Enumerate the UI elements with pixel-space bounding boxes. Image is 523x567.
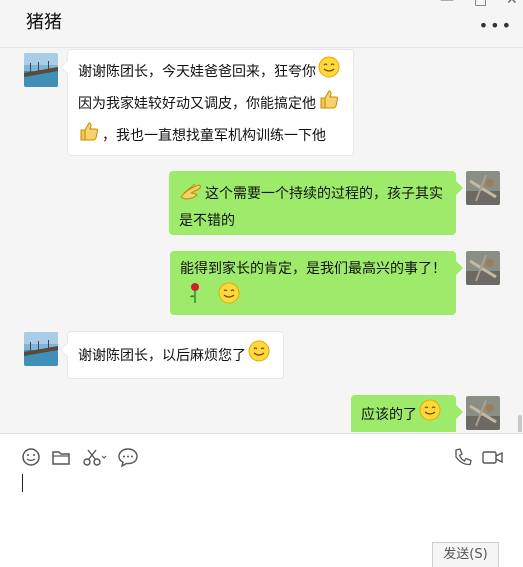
chat-header: ⌃ — □ ✕ 猪猪 ••• bbox=[0, 0, 523, 48]
screenshot-scissors-icon[interactable] bbox=[82, 446, 108, 468]
message-bubble[interactable]: 谢谢陈团长，以后麻烦您了 bbox=[67, 331, 284, 379]
message-bubble[interactable]: 谢谢陈团长，今天娃爸爸回来，狂夸你 因为我家娃较好动又调皮，你能搞定他 ，我也一… bbox=[67, 49, 354, 156]
message-line: 谢谢陈团长，今天娃爸爸回来，狂夸你 bbox=[78, 56, 343, 88]
more-options-button[interactable]: ••• bbox=[479, 16, 513, 35]
contact-avatar[interactable] bbox=[24, 53, 58, 87]
folder-icon[interactable] bbox=[50, 446, 72, 468]
smile-emoji-icon bbox=[419, 399, 441, 431]
emoji-icon[interactable] bbox=[20, 446, 42, 468]
thumbs-up-emoji-icon bbox=[78, 120, 100, 152]
message-list[interactable]: 谢谢陈团长，今天娃爸爸回来，狂夸你 因为我家娃较好动又调皮，你能搞定他 ，我也一… bbox=[0, 49, 523, 432]
message-line: 谢谢陈团长，以后麻烦您了 bbox=[78, 340, 273, 372]
message-line bbox=[180, 282, 446, 313]
maximize-icon[interactable]: □ bbox=[474, 0, 487, 8]
thumbs-up-emoji-icon bbox=[318, 88, 340, 120]
close-icon[interactable]: ✕ bbox=[506, 0, 518, 8]
chat-history-icon[interactable] bbox=[117, 446, 139, 468]
contact-avatar[interactable] bbox=[24, 332, 58, 366]
rose-emoji-icon bbox=[188, 282, 202, 313]
smile-emoji-icon bbox=[218, 282, 240, 313]
my-avatar[interactable] bbox=[466, 251, 500, 285]
message-line: 能得到家长的肯定，是我们最高兴的事了！ bbox=[180, 261, 446, 277]
message-bubble[interactable]: 能得到家长的肯定，是我们最高兴的事了！ bbox=[170, 251, 456, 315]
message-composer: 发送(S) bbox=[0, 433, 523, 567]
send-button[interactable]: 发送(S) bbox=[432, 542, 499, 567]
video-call-icon[interactable] bbox=[481, 446, 505, 468]
smile-emoji-icon bbox=[318, 56, 340, 88]
message-bubble[interactable]: 应该的了 bbox=[351, 395, 456, 432]
chat-window: ⌃ — □ ✕ 猪猪 ••• 谢谢陈团长，今天娃爸爸回来，狂夸你 因为我家娃较好… bbox=[0, 0, 523, 567]
my-avatar[interactable] bbox=[466, 171, 500, 205]
minimize-icon[interactable]: — bbox=[440, 0, 454, 8]
text-cursor bbox=[22, 474, 23, 492]
clap-hands-emoji-icon bbox=[179, 179, 203, 209]
voice-call-icon[interactable] bbox=[452, 446, 474, 468]
message-line: ，我也一直想找童军机构训练一下他 bbox=[78, 120, 343, 152]
message-line: 因为我家娃较好动又调皮，你能搞定他 bbox=[78, 88, 343, 120]
message-line: 应该的了 bbox=[361, 399, 446, 431]
message-line: 是不错的 bbox=[179, 213, 235, 229]
message-line: 这个需要一个持续的过程的，孩子其实 bbox=[179, 179, 446, 209]
scrollbar[interactable] bbox=[518, 415, 522, 432]
message-bubble[interactable]: 这个需要一个持续的过程的，孩子其实 是不错的 bbox=[169, 171, 456, 235]
pin-icon[interactable]: ⌃ bbox=[405, 0, 417, 8]
my-avatar[interactable] bbox=[466, 396, 500, 430]
smile-emoji-icon bbox=[248, 340, 270, 372]
chat-title: 猪猪 bbox=[26, 12, 62, 33]
